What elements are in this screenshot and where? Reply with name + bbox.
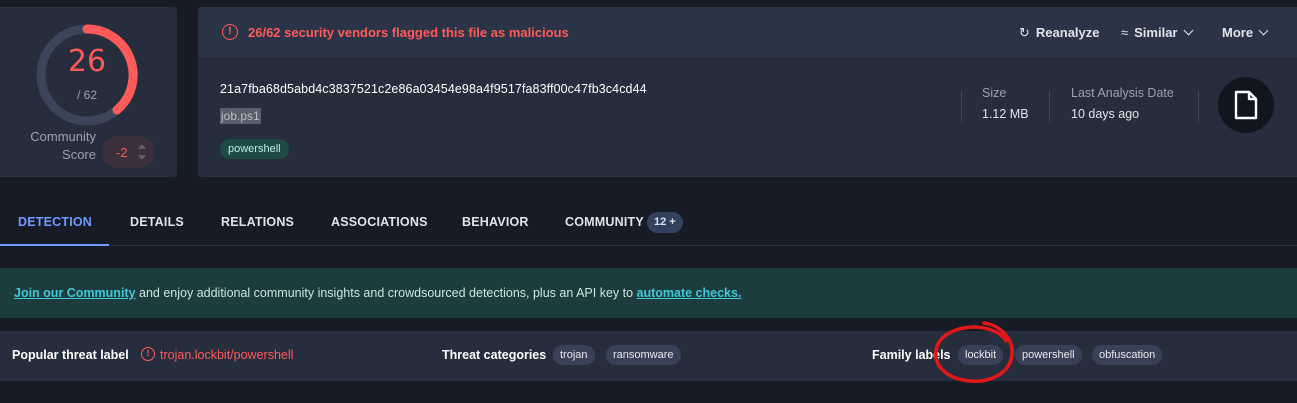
join-community-link[interactable]: Join our Community bbox=[14, 286, 136, 300]
tab-details[interactable]: DETAILS bbox=[130, 215, 184, 229]
tab-detection[interactable]: DETECTION bbox=[18, 215, 92, 229]
similar-button[interactable]: ≈ Similar bbox=[1121, 25, 1193, 40]
size-label: Size bbox=[982, 86, 1007, 100]
family-label-pill[interactable]: powershell bbox=[1015, 345, 1082, 365]
family-label-pill[interactable]: obfuscation bbox=[1092, 345, 1163, 365]
file-summary-card: ! 26/62 security vendors flagged this fi… bbox=[198, 7, 1297, 177]
similar-label: Similar bbox=[1134, 25, 1178, 40]
divider bbox=[1049, 90, 1050, 122]
popular-threat-label: Popular threat label bbox=[12, 348, 129, 362]
divider bbox=[961, 90, 962, 122]
detection-count: 26 bbox=[67, 44, 107, 79]
tab-associations[interactable]: ASSOCIATIONS bbox=[331, 215, 428, 229]
community-score-voter[interactable]: -2 bbox=[102, 136, 155, 168]
tab-relations[interactable]: RELATIONS bbox=[221, 215, 294, 229]
automate-checks-link[interactable]: automate checks. bbox=[637, 286, 742, 300]
similar-icon: ≈ bbox=[1121, 25, 1129, 40]
divider bbox=[1198, 90, 1199, 122]
refresh-icon: ↻ bbox=[1019, 25, 1030, 40]
vote-down-icon[interactable] bbox=[138, 155, 146, 160]
tab-behavior[interactable]: BEHAVIOR bbox=[462, 215, 529, 229]
community-banner: Join our Community and enjoy additional … bbox=[0, 268, 1297, 318]
community-count-badge: 12 + bbox=[647, 212, 683, 233]
detection-score-card: 26 / 62 Community Score -2 bbox=[0, 7, 177, 177]
file-type-badge bbox=[1218, 77, 1274, 133]
reanalyze-button[interactable]: ↻ Reanalyze bbox=[1019, 25, 1100, 41]
file-hash[interactable]: 21a7fba68d5abd4c3837521c2e86a03454e98a4f… bbox=[220, 82, 647, 96]
threat-summary-row: Popular threat label ! trojan.lockbit/po… bbox=[0, 331, 1297, 381]
last-analysis-value: 10 days ago bbox=[1071, 107, 1140, 121]
tab-community[interactable]: COMMUNITY bbox=[565, 215, 644, 229]
threat-category-pill[interactable]: trojan bbox=[553, 345, 595, 365]
last-analysis-label: Last Analysis Date bbox=[1071, 86, 1174, 100]
chevron-down-icon bbox=[1183, 25, 1193, 36]
detection-total: / 62 bbox=[76, 88, 97, 102]
threat-category-pill[interactable]: ransomware bbox=[606, 345, 681, 365]
file-icon bbox=[1234, 90, 1258, 120]
size-value: 1.12 MB bbox=[982, 107, 1029, 121]
banner-middle-text: and enjoy additional community insights … bbox=[135, 286, 637, 300]
warning-icon: ! bbox=[141, 347, 155, 361]
chevron-down-icon bbox=[1258, 25, 1269, 36]
banner-text: Join our Community and enjoy additional … bbox=[14, 286, 741, 300]
popular-threat-value[interactable]: trojan.lockbit/powershell bbox=[160, 348, 293, 362]
alert-text: 26/62 security vendors flagged this file… bbox=[248, 25, 569, 40]
malicious-alert-bar: ! 26/62 security vendors flagged this fi… bbox=[198, 7, 1297, 59]
alert-icon: ! bbox=[222, 24, 238, 40]
reanalyze-label: Reanalyze bbox=[1035, 25, 1100, 40]
file-name[interactable]: job.ps1 bbox=[220, 108, 261, 124]
more-button[interactable]: More bbox=[1222, 25, 1269, 40]
vote-up-icon[interactable] bbox=[138, 144, 146, 149]
threat-categories-label: Threat categories bbox=[442, 348, 547, 362]
community-score-value: -2 bbox=[116, 145, 128, 160]
annotation-circle-icon bbox=[934, 321, 1014, 383]
more-label: More bbox=[1222, 25, 1254, 40]
community-score-label: Community Score bbox=[30, 129, 96, 162]
file-type-tag[interactable]: powershell bbox=[220, 139, 289, 159]
active-tab-indicator bbox=[0, 244, 109, 246]
